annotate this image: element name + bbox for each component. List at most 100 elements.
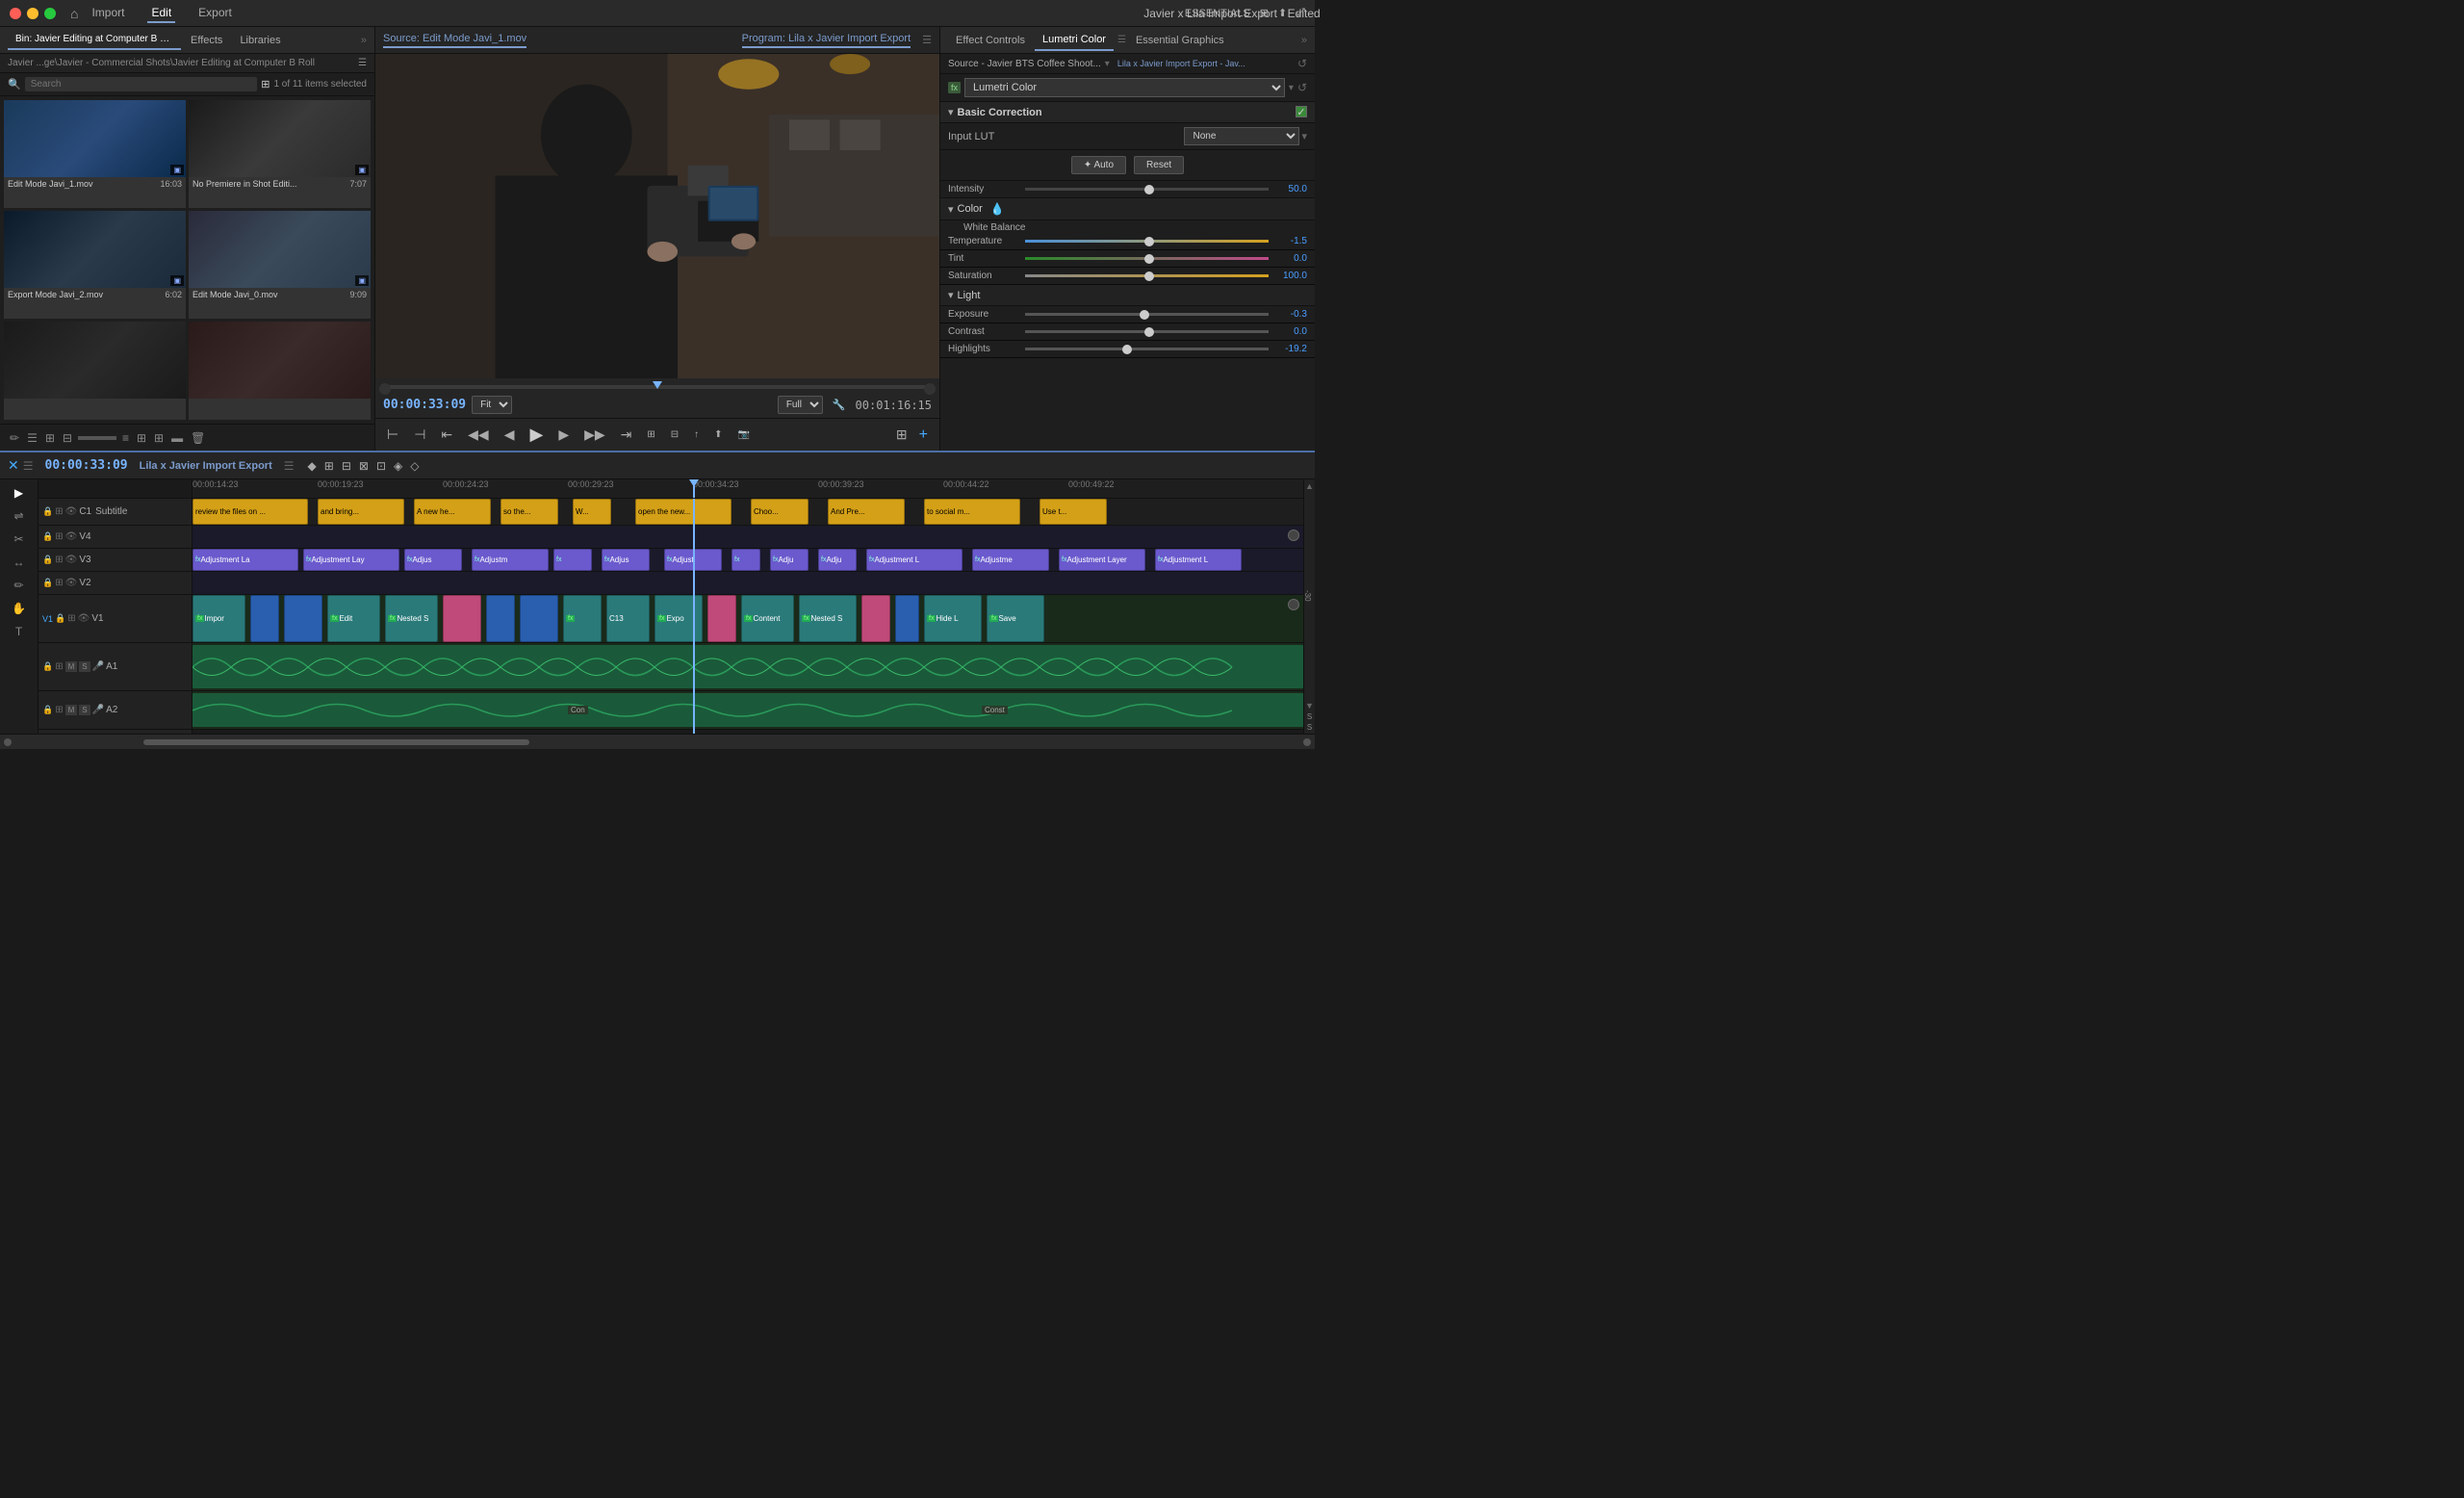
v4-eye-icon[interactable]: 👁	[65, 531, 78, 542]
ripple-edit-tool[interactable]: ◆	[306, 457, 319, 475]
nav-edit[interactable]: Edit	[147, 4, 175, 23]
eyedropper-icon[interactable]: 💧	[990, 202, 1005, 216]
lumetri-menu-icon[interactable]: ☰	[1117, 35, 1126, 45]
fx-dropdown-icon[interactable]: ▾	[1289, 83, 1294, 93]
a1-lock-icon[interactable]: 🔒	[42, 661, 53, 672]
a2-m-button[interactable]: M	[65, 705, 78, 715]
wrench-icon[interactable]: 🔧	[833, 399, 846, 411]
home-icon[interactable]: ⌂	[70, 6, 78, 21]
media-item-5[interactable]	[4, 322, 186, 420]
v1-clip-2[interactable]	[284, 595, 322, 642]
basic-correction-header[interactable]: ▾ Basic Correction ✓	[940, 102, 1315, 123]
extract-button[interactable]: ⬆	[710, 427, 726, 442]
scroll-right-btn[interactable]	[1303, 738, 1311, 746]
delete-icon[interactable]: 🗑	[189, 429, 207, 447]
horizontal-scrollbar[interactable]	[15, 739, 1299, 745]
effect-controls-tab[interactable]: Effect Controls	[948, 31, 1033, 50]
v1-clip-0[interactable]: fx Impor	[192, 595, 245, 642]
clip-icon[interactable]: ▬	[169, 429, 185, 447]
contrast-track[interactable]	[1025, 330, 1269, 333]
step-forward-button[interactable]: ▶▶	[580, 425, 609, 445]
timeline-close-icon[interactable]: ✕	[8, 457, 19, 474]
timeline-menu-icon[interactable]: ☰	[23, 459, 34, 473]
v1-clip-6[interactable]	[486, 595, 515, 642]
a1-sync-icon[interactable]: ⊞	[55, 661, 63, 672]
v1-clip-5[interactable]	[443, 595, 481, 642]
scroll-up-icon[interactable]: ▲	[1305, 481, 1314, 491]
program-tab[interactable]: Program: Lila x Javier Import Export	[742, 33, 911, 48]
v3-clip-4[interactable]: fx	[553, 549, 592, 571]
arrow-tool[interactable]: ▶	[12, 483, 26, 503]
icon-view-icon[interactable]: ⊞	[43, 429, 57, 447]
intensity-track[interactable]	[1025, 188, 1269, 191]
v2-sync-icon[interactable]: ⊞	[55, 578, 63, 588]
v2-eye-icon[interactable]: 👁	[65, 578, 78, 588]
list-view-icon[interactable]: ☰	[25, 429, 39, 447]
export-frame-button[interactable]: 📷	[734, 427, 754, 442]
temperature-track[interactable]	[1025, 240, 1269, 243]
v3-clip-13[interactable]: fx Adjustment L	[1155, 549, 1242, 571]
c1-eye-icon[interactable]: 👁	[65, 506, 78, 517]
search-input[interactable]	[25, 77, 258, 91]
text-tool[interactable]: T	[13, 622, 25, 641]
tint-track[interactable]	[1025, 257, 1269, 260]
scrubber-bar[interactable]	[375, 378, 939, 392]
a2-audio-clip[interactable]	[192, 693, 1303, 727]
v1-clip-13[interactable]: fx Nested S	[799, 595, 857, 642]
timeline-scrollbar[interactable]	[0, 734, 1315, 749]
media-item-4[interactable]: ▣ Edit Mode Javi_0.mov 9:09	[189, 211, 371, 319]
insert-button[interactable]: ⊞	[643, 427, 658, 442]
search-bin-icon[interactable]: ⊞	[152, 429, 166, 447]
color-header[interactable]: ▾ Color 💧	[940, 198, 1315, 220]
tabs-expand-icon[interactable]: »	[361, 35, 367, 46]
v1-sync-icon[interactable]: ⊞	[67, 613, 75, 624]
light-header[interactable]: ▾ Light	[940, 285, 1315, 306]
v2-lock-icon[interactable]: 🔒	[42, 578, 53, 588]
v1-clip-8[interactable]: fx	[563, 595, 602, 642]
subtitle-clip-7[interactable]: And Pre...	[828, 499, 905, 525]
v3-clip-10[interactable]: fx Adjustment L	[866, 549, 962, 571]
lumetri-color-tab[interactable]: Lumetri Color	[1035, 30, 1114, 51]
a1-audio-clip[interactable]	[192, 645, 1303, 688]
source-dropdown-icon[interactable]: ▾	[1105, 59, 1110, 69]
step-back-button[interactable]: ◀◀	[464, 425, 493, 445]
exposure-track[interactable]	[1025, 313, 1269, 316]
v3-clip-2[interactable]: fx Adjus	[404, 549, 462, 571]
bin-path-menu-icon[interactable]: ☰	[358, 58, 367, 68]
go-to-out-button[interactable]: ⇥	[617, 425, 636, 445]
link-tool[interactable]: ⇌	[11, 506, 26, 526]
lut-select[interactable]: None	[1184, 127, 1299, 145]
scroll-thumb[interactable]	[143, 739, 528, 745]
snap-tool[interactable]: ⊡	[374, 457, 388, 475]
subtitle-clip-8[interactable]: to social m...	[924, 499, 1020, 525]
lut-dropdown-icon[interactable]: ▾	[1301, 130, 1307, 142]
v1-clip-12[interactable]: fx Content	[741, 595, 794, 642]
slider-icon[interactable]	[78, 436, 116, 440]
c1-lock-icon[interactable]: 🔒	[42, 506, 53, 517]
minimize-button[interactable]	[27, 8, 38, 19]
v3-lock-icon[interactable]: 🔒	[42, 555, 53, 565]
subtitle-clip-1[interactable]: and bring...	[318, 499, 404, 525]
c1-sync-icon[interactable]: ⊞	[55, 506, 63, 517]
metadata-icon[interactable]: ⊟	[61, 429, 74, 447]
next-frame-button[interactable]: ▶	[554, 425, 573, 445]
close-button[interactable]	[10, 8, 21, 19]
media-item-3[interactable]: ▣ Export Mode Javi_2.mov 6:02	[4, 211, 186, 319]
v3-clip-11[interactable]: fx Adjustme	[972, 549, 1049, 571]
sort-icon[interactable]: ≡	[120, 429, 131, 447]
libraries-tab[interactable]: Libraries	[232, 31, 288, 50]
add-button[interactable]: +	[915, 425, 932, 446]
subtitle-clip-2[interactable]: A new he...	[414, 499, 491, 525]
reset-button[interactable]: Reset	[1134, 156, 1184, 174]
v1-eye-icon[interactable]: 👁	[78, 613, 90, 624]
v1-clip-9[interactable]: C13	[606, 595, 650, 642]
auto-button[interactable]: ✦ Auto	[1071, 156, 1126, 174]
v1-clip-4[interactable]: fx Nested S	[385, 595, 438, 642]
a1-mic-icon[interactable]: 🎤	[92, 661, 104, 672]
v1-clip-15[interactable]	[895, 595, 919, 642]
a2-lock-icon[interactable]: 🔒	[42, 705, 53, 715]
effects-tab[interactable]: Effects	[183, 31, 230, 50]
v3-clip-0[interactable]: fx Adjustment La	[192, 549, 298, 571]
automate-icon[interactable]: ⊞	[135, 429, 148, 447]
add-marker-tool[interactable]: ◈	[392, 457, 404, 475]
